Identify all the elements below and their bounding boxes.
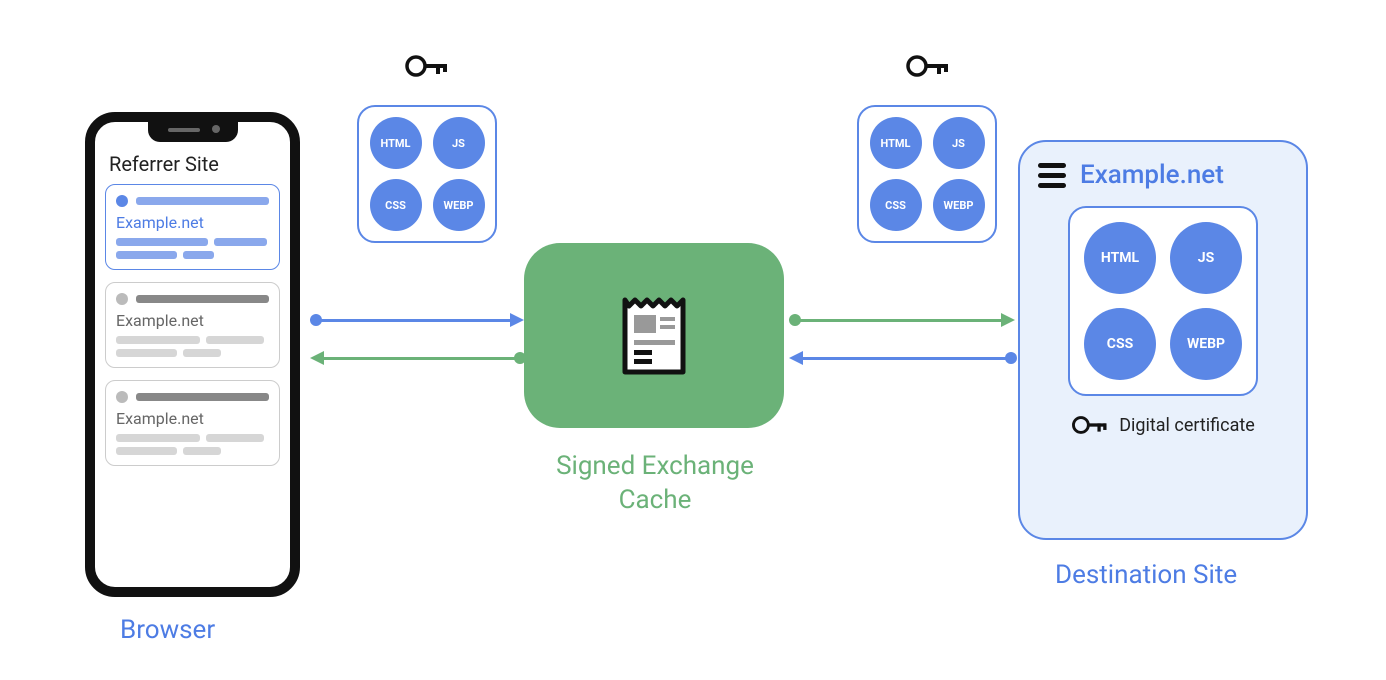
bundle-item: CSS: [870, 179, 922, 231]
digital-certificate-label: Digital certificate: [1119, 415, 1255, 436]
card-title-bar: [136, 295, 269, 303]
phone-notch: [148, 120, 238, 142]
card-dot-icon: [116, 391, 128, 403]
card-site-label: Example.net: [116, 311, 269, 330]
card-dot-icon: [116, 293, 128, 305]
browser-label: Browser: [120, 615, 215, 645]
cache-label: Signed Exchange Cache: [530, 450, 780, 518]
key-icon: [404, 53, 450, 79]
bundle-item: JS: [433, 117, 485, 169]
key-icon: [905, 53, 951, 79]
bundle-item: WEBP: [1170, 308, 1242, 380]
result-card-active: Example.net: [105, 184, 280, 270]
card-site-label: Example.net: [116, 213, 269, 232]
bundle-item: HTML: [1084, 222, 1156, 294]
result-card: Example.net: [105, 380, 280, 466]
resource-bundle: HTML JS CSS WEBP: [357, 105, 497, 243]
signed-exchange-cache: [524, 243, 784, 428]
destination-label: Destination Site: [1055, 560, 1237, 590]
bundle-item: HTML: [870, 117, 922, 169]
receipt-icon: [615, 292, 693, 380]
phone-screen: Referrer Site Example.net Example.net: [95, 122, 290, 486]
bundle-item: WEBP: [433, 179, 485, 231]
resource-bundle: HTML JS CSS WEBP: [857, 105, 997, 243]
bundle-item: CSS: [1084, 308, 1156, 380]
result-card: Example.net: [105, 282, 280, 368]
bundle-item: WEBP: [933, 179, 985, 231]
browser-device: Referrer Site Example.net Example.net: [85, 112, 300, 597]
destination-title: Example.net: [1080, 160, 1224, 190]
card-title-bar: [136, 393, 269, 401]
bundle-item: JS: [1170, 222, 1242, 294]
card-site-label: Example.net: [116, 409, 269, 428]
bundle-item: CSS: [370, 179, 422, 231]
bundle-item: JS: [933, 117, 985, 169]
destination-site-box: Example.net HTML JS CSS WEBP Digital cer…: [1018, 140, 1308, 540]
hamburger-icon: [1038, 163, 1066, 188]
resource-bundle: HTML JS CSS WEBP: [1068, 206, 1258, 396]
card-dot-icon: [116, 195, 128, 207]
card-title-bar: [136, 197, 269, 205]
bundle-item: HTML: [370, 117, 422, 169]
key-icon: [1071, 414, 1109, 436]
referrer-site-title: Referrer Site: [109, 152, 280, 176]
